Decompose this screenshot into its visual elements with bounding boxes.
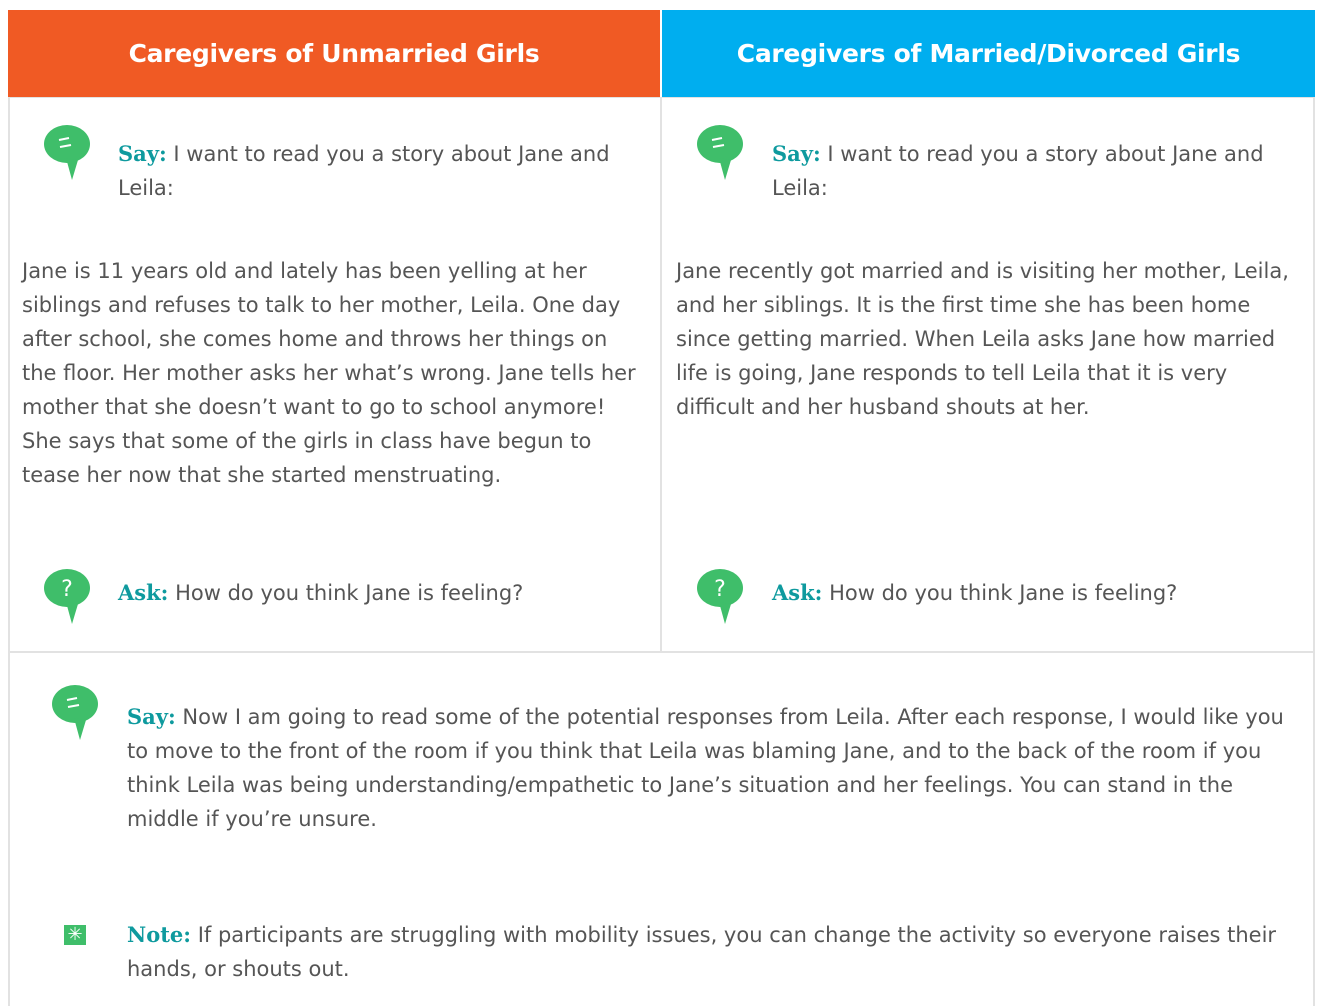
- right-story: Jane recently got married and is visitin…: [676, 259, 1289, 419]
- say-label: Say:: [772, 141, 821, 166]
- say-text: I want to read you a story about Jane an…: [772, 142, 1264, 200]
- right-ask: Ask: How do you think Jane is feeling?: [772, 576, 1302, 610]
- bottom-say: Say: Now I am going to read some of the …: [127, 700, 1297, 836]
- say-text: Now I am going to read some of the poten…: [127, 705, 1284, 831]
- bottom-note: Note: If participants are struggling wit…: [127, 918, 1277, 986]
- ask-text: How do you think Jane is feeling?: [822, 581, 1178, 605]
- divider-vertical: [660, 97, 662, 651]
- left-say: Say: I want to read you a story about Ja…: [118, 137, 628, 205]
- say-text: I want to read you a story about Jane an…: [118, 142, 610, 200]
- speech-bubble-icon: [697, 125, 743, 180]
- say-label: Say:: [127, 704, 176, 729]
- asterisk-note-icon: ✳: [64, 925, 86, 945]
- right-say: Say: I want to read you a story about Ja…: [772, 137, 1282, 205]
- svg-text:?: ?: [714, 577, 726, 602]
- say-label: Say:: [118, 141, 167, 166]
- svg-text:?: ?: [61, 577, 73, 602]
- speech-bubble-icon: [52, 685, 98, 740]
- question-bubble-icon: ?: [697, 569, 743, 624]
- question-bubble-icon: ?: [44, 569, 90, 624]
- ask-label: Ask:: [772, 580, 823, 605]
- header-unmarried: Caregivers of Unmarried Girls: [8, 10, 660, 97]
- left-ask: Ask: How do you think Jane is feeling?: [118, 576, 638, 610]
- ask-text: How do you think Jane is feeling?: [168, 581, 524, 605]
- note-text: If participants are struggling with mobi…: [127, 923, 1277, 981]
- header-married: Caregivers of Married/Divorced Girls: [662, 10, 1315, 97]
- left-story: Jane is 11 years old and lately has been…: [22, 259, 636, 487]
- ask-label: Ask:: [118, 580, 169, 605]
- speech-bubble-icon: [44, 125, 90, 180]
- note-label: Note:: [127, 922, 192, 947]
- divider-horizontal: [8, 651, 1315, 653]
